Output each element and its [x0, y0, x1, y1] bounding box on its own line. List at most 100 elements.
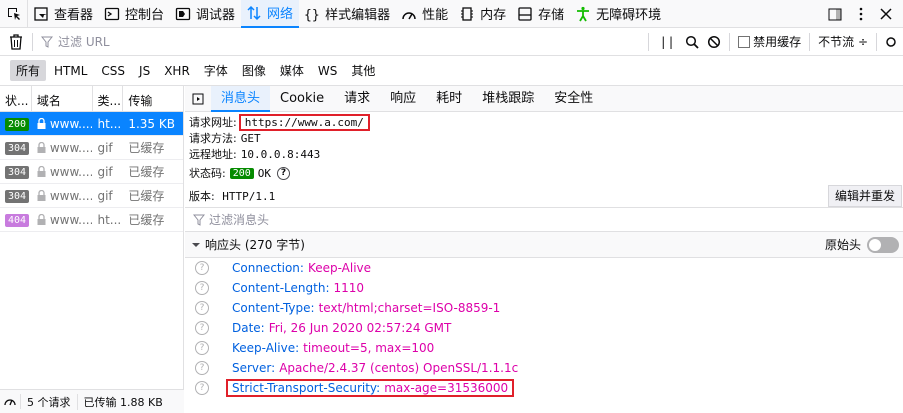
type-filter-button[interactable]: 媒体 — [274, 60, 310, 81]
throttle-select[interactable]: 不节流 ÷ — [818, 33, 868, 50]
tab-performance[interactable]: 性能 — [396, 0, 454, 28]
help-icon[interactable]: ? — [195, 361, 209, 375]
header-name: Date: — [232, 321, 265, 335]
toggle-sidebar-button[interactable] — [185, 93, 211, 105]
url-filter-input[interactable]: 过滤 URL — [33, 33, 648, 50]
request-count: 5 个请求 — [21, 393, 78, 410]
remote-label: 远程地址: — [189, 148, 237, 161]
tab-console[interactable]: 控制台 — [99, 0, 170, 28]
type-cell: gif — [97, 140, 113, 155]
element-picker-button[interactable] — [0, 0, 28, 28]
response-header-row[interactable]: ? Date: Fri, 26 Jun 2020 02:57:24 GMT — [185, 318, 903, 338]
details-tab[interactable]: 消息头 — [211, 85, 271, 112]
domain-cell: www.... — [32, 213, 92, 227]
summary-method: 请求方法: GET — [189, 130, 903, 146]
footer-icon[interactable] — [0, 394, 21, 409]
header-filter-placeholder: 过滤消息头 — [209, 213, 270, 227]
table-row[interactable]: 404 www.... ht... 已缓存 — [0, 208, 183, 232]
table-row[interactable]: 304 www.... gif 已缓存 — [0, 136, 183, 160]
divider — [729, 32, 731, 51]
status-cell: 200 — [0, 116, 32, 131]
status-cell: 304 — [0, 140, 32, 155]
header-value: 1110 — [333, 281, 365, 295]
checkbox-box[interactable] — [738, 36, 751, 48]
tab-label: 网络 — [267, 7, 294, 22]
more-options-icon[interactable] — [853, 6, 869, 22]
response-header-row[interactable]: ? Connection: Keep-Alive — [185, 258, 903, 278]
column-status[interactable]: 状... — [0, 86, 32, 111]
header-value: Fri, 26 Jun 2020 02:57:24 GMT — [268, 321, 452, 335]
network-icon — [245, 4, 263, 22]
pause-button[interactable]: | | — [657, 35, 677, 49]
tab-label: 存储 — [538, 8, 565, 23]
details-tab[interactable]: 堆栈跟踪 — [472, 86, 544, 112]
details-tab[interactable]: 请求 — [334, 86, 380, 112]
details-tab[interactable]: 响应 — [380, 86, 426, 112]
details-tab[interactable]: 耗时 — [426, 86, 472, 112]
help-icon[interactable]: ? — [195, 321, 209, 335]
status-badge: 200 — [229, 167, 254, 179]
tab-memory[interactable]: 内存 — [454, 0, 512, 28]
tab-accessibility[interactable]: 无障碍环境 — [570, 0, 667, 28]
details-tab[interactable]: Cookie — [270, 86, 334, 112]
type-filter-button[interactable]: WS — [312, 62, 343, 80]
tab-storage[interactable]: 存储 — [512, 0, 570, 28]
close-icon[interactable] — [879, 7, 893, 21]
help-icon[interactable]: ? — [195, 281, 209, 295]
table-row[interactable]: 304 www.... gif 已缓存 — [0, 160, 183, 184]
help-icon[interactable]: ? — [195, 341, 209, 355]
search-icon[interactable] — [685, 35, 699, 49]
column-type[interactable]: 类... — [93, 86, 124, 111]
lock-icon — [37, 117, 46, 129]
type-filter-button[interactable]: 图像 — [236, 60, 272, 81]
type-filter-button[interactable]: XHR — [158, 62, 196, 80]
help-icon[interactable]: ? — [195, 301, 209, 315]
table-row[interactable]: 200 www.... ht... 1.35 KB — [0, 112, 183, 136]
header-name: Connection: — [232, 261, 304, 275]
header-name: Server: — [232, 361, 276, 375]
type-filter-button[interactable]: CSS — [95, 62, 131, 80]
disable-cache-checkbox[interactable]: 禁用缓存 — [738, 33, 801, 50]
tab-inspector[interactable]: 查看器 — [28, 0, 99, 28]
table-row[interactable]: 304 www.... gif 已缓存 — [0, 184, 183, 208]
help-icon[interactable]: ? — [277, 166, 291, 180]
column-transfer[interactable]: 传输 — [123, 86, 183, 111]
domain-cell: www.... — [32, 165, 92, 179]
status-badge: 304 — [5, 142, 30, 155]
version-row: 版本: HTTP/1.1 编辑并重发 — [185, 184, 903, 208]
tab-style-editor[interactable]: {} 样式编辑器 — [299, 0, 396, 28]
help-icon[interactable]: ? — [195, 261, 209, 275]
type-filter-button[interactable]: 其他 — [345, 60, 381, 81]
column-domain[interactable]: 域名 — [32, 86, 93, 111]
status-badge: 404 — [5, 214, 30, 227]
response-header-row[interactable]: ? Strict-Transport-Security: max-age=31536… — [185, 378, 903, 398]
raw-headers-toggle[interactable] — [867, 236, 899, 253]
response-header-row[interactable]: ? Keep-Alive: timeout=5, max=100 — [185, 338, 903, 358]
header-filter-input[interactable]: 过滤消息头 — [185, 208, 903, 232]
help-icon[interactable]: ? — [195, 381, 209, 395]
lock-icon — [37, 189, 46, 201]
method-label: 请求方法: — [189, 132, 237, 145]
request-summary: 请求网址: https://www.a.com/ 请求方法: GET 远程地址:… — [185, 112, 903, 184]
response-header-row[interactable]: ? Content-Type: text/html;charset=ISO-8859… — [185, 298, 903, 318]
response-header-row[interactable]: ? Server: Apache/2.4.37 (centos) OpenSSL/1… — [185, 358, 903, 378]
block-icon[interactable] — [707, 35, 721, 49]
type-filter-button[interactable]: 字体 — [198, 60, 234, 81]
type-filter-button[interactable]: JS — [133, 62, 156, 80]
settings-icon[interactable] — [885, 35, 897, 49]
type-filter-button[interactable]: HTML — [48, 62, 93, 80]
type-filter-button[interactable]: 所有 — [10, 60, 47, 81]
element-picker-icon — [7, 7, 20, 20]
tab-debugger[interactable]: 调试器 — [170, 0, 241, 28]
divider — [648, 32, 650, 51]
response-headers-section[interactable]: 响应头 (270 字节) 原始头 — [185, 232, 903, 258]
debugger-icon — [174, 5, 192, 23]
response-header-row[interactable]: ? Content-Length: 1110 — [185, 278, 903, 298]
details-tab[interactable]: 安全性 — [544, 86, 603, 112]
tab-label: 无障碍环境 — [596, 8, 662, 23]
tab-network[interactable]: 网络 — [241, 0, 300, 28]
version-label: 版本: — [189, 189, 215, 203]
dock-options-icon[interactable] — [827, 6, 843, 22]
clear-button[interactable] — [0, 33, 32, 50]
edit-resend-button[interactable]: 编辑并重发 — [827, 184, 902, 207]
